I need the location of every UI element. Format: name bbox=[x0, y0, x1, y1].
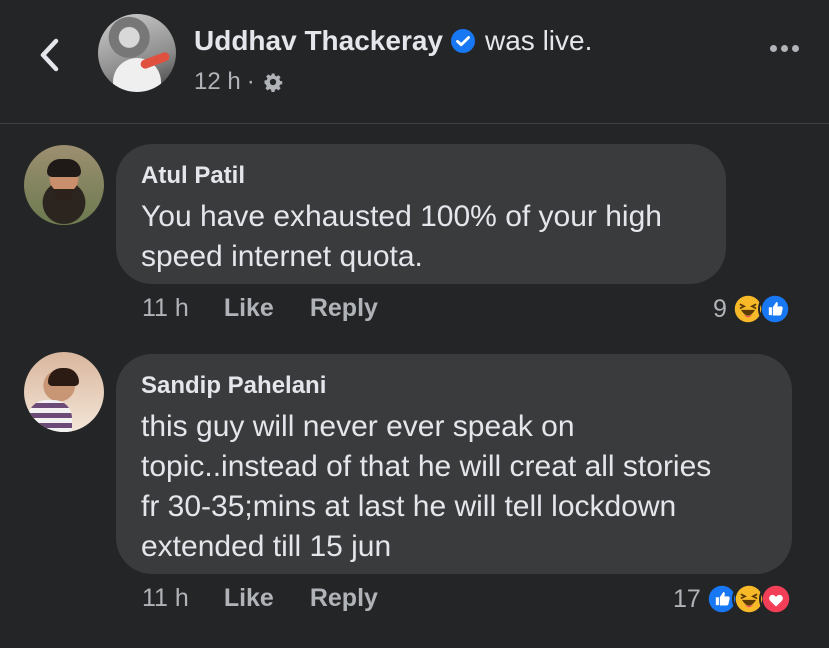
like-reaction-icon bbox=[757, 292, 792, 326]
profile-avatar[interactable] bbox=[98, 14, 176, 92]
comment-text: this guy will never ever speak on topic.… bbox=[141, 407, 768, 567]
comment-text-line: extended till 15 jun bbox=[141, 530, 392, 563]
comment-time[interactable]: 11 h bbox=[142, 584, 189, 613]
comment-text: You have exhausted 100% of your high spe… bbox=[141, 197, 702, 277]
reaction-summary[interactable]: 9 bbox=[713, 292, 792, 326]
more-options-button[interactable] bbox=[770, 45, 799, 52]
comment-bubble: Sandip Pahelani this guy will never ever… bbox=[116, 354, 792, 574]
post-title: Uddhav Thackeray was live. bbox=[194, 25, 592, 57]
reaction-summary[interactable]: 17 bbox=[673, 582, 793, 616]
comment-bubble: Atul Patil You have exhausted 100% of yo… bbox=[116, 144, 726, 284]
post-time[interactable]: 12 h bbox=[194, 68, 241, 96]
comment-author-avatar[interactable] bbox=[24, 145, 104, 225]
comment-actions: 11 h Like Reply bbox=[142, 294, 378, 323]
comment-actions: 11 h Like Reply bbox=[142, 584, 378, 613]
like-button[interactable]: Like bbox=[224, 584, 274, 613]
live-status: was live. bbox=[485, 25, 593, 56]
chevron-left-icon bbox=[40, 38, 59, 72]
reaction-count: 17 bbox=[673, 584, 701, 613]
reply-button[interactable]: Reply bbox=[310, 294, 378, 323]
love-reaction-icon bbox=[758, 582, 793, 616]
comment-text-line: topic..instead of that he will creat all… bbox=[141, 450, 712, 483]
like-button[interactable]: Like bbox=[224, 294, 274, 323]
comment-text-line: this guy will never ever speak on bbox=[141, 410, 575, 443]
reaction-icons bbox=[730, 292, 792, 326]
meta-separator: · bbox=[246, 68, 255, 95]
gear-icon bbox=[264, 73, 282, 92]
reaction-count: 9 bbox=[713, 294, 727, 323]
back-button[interactable] bbox=[34, 36, 64, 74]
comment-text-line: fr 30-35;mins at last he will tell lockd… bbox=[141, 490, 677, 523]
more-options-icon bbox=[770, 45, 777, 52]
comment-time[interactable]: 11 h bbox=[142, 294, 189, 323]
comment-author-avatar[interactable] bbox=[24, 352, 104, 432]
comment-text-line: You have exhausted 100% of your high bbox=[141, 200, 662, 233]
comment-author[interactable]: Sandip Pahelani bbox=[141, 372, 768, 400]
more-options-icon bbox=[781, 45, 788, 52]
comment-author[interactable]: Atul Patil bbox=[141, 162, 702, 190]
verified-badge-icon bbox=[451, 29, 475, 53]
reaction-icons bbox=[704, 582, 793, 616]
page-name[interactable]: Uddhav Thackeray bbox=[194, 25, 443, 57]
comment-text-line: speed internet quota. bbox=[141, 240, 423, 273]
post-meta: 12 h · bbox=[194, 68, 283, 96]
post-header: Uddhav Thackeray was live. 12 h · bbox=[0, 0, 829, 124]
more-options-icon bbox=[792, 45, 799, 52]
reply-button[interactable]: Reply bbox=[310, 584, 378, 613]
